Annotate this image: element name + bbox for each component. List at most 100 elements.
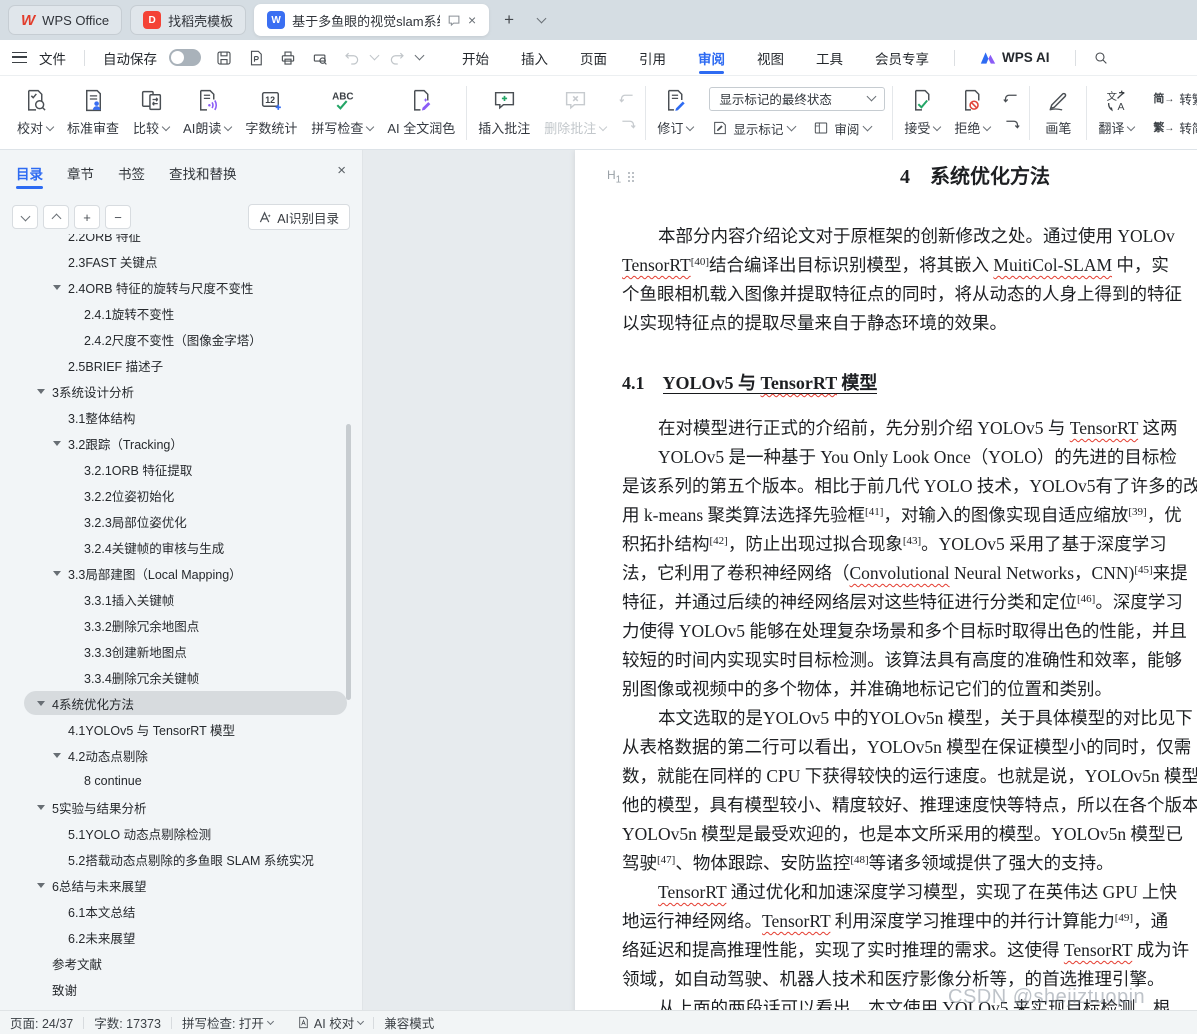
outline-item[interactable]: 5.2搭载动态点剔除的多鱼眼 SLAM 系统实况 bbox=[0, 846, 362, 872]
outline-item[interactable]: 2.2ORB 特征 bbox=[0, 234, 362, 248]
doc-line[interactable]: 从表格数据的第二行可以看出，YOLOv5n 模型在保证模型小的同时，仅需 bbox=[622, 733, 1197, 762]
print-button[interactable] bbox=[275, 46, 301, 70]
tab-wps-office[interactable]: W WPS Office bbox=[8, 5, 123, 35]
outline-item[interactable]: 2.3FAST 关键点 bbox=[0, 248, 362, 274]
outline-item[interactable]: 4.2动态点剔除 bbox=[0, 742, 362, 768]
tab-docer-template[interactable]: D 找稻壳模板 bbox=[130, 5, 247, 35]
outline-item[interactable]: 3.2跟踪（Tracking） bbox=[0, 430, 362, 456]
outline-item[interactable]: 5实验与结果分析 bbox=[0, 794, 362, 820]
previous-change-button[interactable] bbox=[1000, 90, 1022, 110]
zoom-in-outline-button[interactable]: + bbox=[74, 205, 100, 229]
outline-item[interactable]: 致谢 bbox=[0, 976, 362, 998]
traditional-to-simplified-button[interactable]: 繁→ 转简 bbox=[1150, 117, 1197, 138]
ai-recognize-outline-button[interactable]: AI识别目录 bbox=[248, 204, 350, 230]
track-changes-button[interactable]: 修订 bbox=[651, 85, 699, 140]
heading-anchor[interactable]: H1 bbox=[607, 168, 631, 185]
outline-item[interactable]: 2.4.1旋转不变性 bbox=[0, 300, 362, 326]
accept-change-button[interactable]: 接受 bbox=[898, 85, 946, 140]
drag-handle-icon[interactable] bbox=[628, 171, 631, 174]
menu-home[interactable]: 开始 bbox=[449, 40, 502, 76]
doc-line[interactable]: 本部分内容介绍论文对于原框架的创新修改之处。通过使用 YOLOv bbox=[622, 222, 1197, 251]
doc-line[interactable]: 4.1 YOLOv5 与 TensorRT 模型 bbox=[622, 368, 1197, 398]
menu-reference[interactable]: 引用 bbox=[626, 40, 679, 76]
page-indicator[interactable]: 页面: 24/37 bbox=[10, 1013, 73, 1032]
tab-current-document[interactable]: W 基于多鱼眼的视觉slam系统 × bbox=[254, 4, 490, 36]
doc-line[interactable]: 地运行神经网络。TensorRT 利用深度学习推理中的并行计算能力[49]，通 bbox=[622, 907, 1197, 936]
outline-item[interactable]: 3系统设计分析 bbox=[0, 378, 362, 404]
tab-chapters[interactable]: 章节 bbox=[67, 163, 94, 192]
doc-line[interactable]: 驾驶[47]、物体跟踪、安防监控[48]等诸多领域提供了强大的支持。 bbox=[622, 849, 1197, 878]
close-pane-icon[interactable]: × bbox=[337, 162, 346, 179]
save-button[interactable] bbox=[211, 46, 237, 70]
outline-item[interactable]: 6.1本文总结 bbox=[0, 898, 362, 924]
comment-bubble-icon[interactable] bbox=[447, 13, 461, 28]
word-count-button[interactable]: 12 字数统计 bbox=[239, 85, 303, 140]
menu-tools[interactable]: 工具 bbox=[803, 40, 856, 76]
doc-line[interactable]: 本文选取的是YOLOv5 中的YOLOv5n 模型，关于具体模型的对比见下 bbox=[622, 704, 1197, 733]
doc-line[interactable]: TensorRT[40]结合编译出目标识别模型，将其嵌入 MuitiCol-SL… bbox=[622, 251, 1197, 280]
tab-outline[interactable]: 目录 bbox=[16, 163, 43, 192]
ai-proofread-status[interactable]: AI 校对 bbox=[297, 1013, 365, 1032]
outline-item[interactable]: 3.2.2位姿初始化 bbox=[0, 482, 362, 508]
outline-item[interactable]: 3.3.3创建新地图点 bbox=[0, 638, 362, 664]
ink-pen-button[interactable]: 画笔 bbox=[1035, 85, 1081, 140]
reject-change-button[interactable]: 拒绝 bbox=[948, 85, 996, 140]
spell-check-button[interactable]: ABC 拼写检查 bbox=[305, 85, 379, 140]
menu-view[interactable]: 视图 bbox=[744, 40, 797, 76]
outline-item[interactable]: 3.2.1ORB 特征提取 bbox=[0, 456, 362, 482]
doc-line[interactable]: 以实现特征点的提取尽量来自于静态环境的效果。 bbox=[622, 309, 1197, 338]
print-preview-button[interactable] bbox=[307, 46, 333, 70]
outline-item[interactable]: 2.4.2尺度不变性（图像金字塔） bbox=[0, 326, 362, 352]
tab-bookmarks[interactable]: 书签 bbox=[118, 163, 145, 192]
expand-all-button[interactable] bbox=[12, 205, 38, 229]
zoom-out-outline-button[interactable]: − bbox=[105, 205, 131, 229]
outline-item[interactable]: 3.1整体结构 bbox=[0, 404, 362, 430]
outline-item[interactable]: 6总结与未来展望 bbox=[0, 872, 362, 898]
doc-line[interactable]: 络延迟和提高推理性能，实现了实时推理的需求。这使得 TensorRT 成为许 bbox=[622, 936, 1197, 965]
show-markup-button[interactable]: 显示标记 bbox=[709, 118, 798, 139]
outline-item[interactable]: 3.2.4关键帧的审核与生成 bbox=[0, 534, 362, 560]
doc-line[interactable]: TensorRT 通过优化和加速深度学习模型，实现了在英伟达 GPU 上快 bbox=[622, 878, 1197, 907]
ai-polish-button[interactable]: AI 全文润色 bbox=[381, 85, 461, 140]
doc-line[interactable]: 4 系统优化方法 bbox=[622, 162, 1197, 192]
review-pane-button[interactable]: 审阅 bbox=[810, 118, 874, 139]
word-count-indicator[interactable]: 字数: 17373 bbox=[94, 1013, 161, 1032]
ai-read-button[interactable]: AI朗读 bbox=[177, 85, 237, 140]
outline-item[interactable]: 3.3.4删除冗余关键帧 bbox=[0, 664, 362, 690]
outline-item[interactable]: 8 continue bbox=[0, 768, 362, 794]
doc-line[interactable]: 他的模型，具有模型较小、精度较好、推理速度快等特点，所以在各个版本的 bbox=[622, 791, 1197, 820]
doc-line[interactable]: 在对模型进行正式的介绍前，先分别介绍 YOLOv5 与 TensorRT 这两 bbox=[622, 414, 1197, 443]
doc-line[interactable]: 别图像或视频中的多个物体，并准确地标记它们的位置和类别。 bbox=[622, 675, 1197, 704]
doc-line[interactable]: YOLOv5n 模型是最受欢迎的，也是本文所采用的模型。YOLOv5n 模型已 bbox=[622, 820, 1197, 849]
doc-line[interactable]: 积拓扑结构[42]，防止出现过拟合现象[43]。YOLOv5 采用了基于深度学习 bbox=[622, 530, 1197, 559]
translate-button[interactable]: 文A 翻译 bbox=[1092, 85, 1140, 140]
outline-item[interactable]: 2.5BRIEF 描述子 bbox=[0, 352, 362, 378]
outline-item[interactable]: 3.3.2删除冗余地图点 bbox=[0, 612, 362, 638]
collapse-all-button[interactable] bbox=[43, 205, 69, 229]
outline-item[interactable]: 3.3.1插入关键帧 bbox=[0, 586, 362, 612]
compare-button[interactable]: 比较 bbox=[127, 85, 175, 140]
doc-line[interactable]: 数，就能在同样的 CPU 下获得较快的运行速度。也就是说，YOLOv5n 模型 bbox=[622, 762, 1197, 791]
outline-item[interactable]: 3.3局部建图（Local Mapping） bbox=[0, 560, 362, 586]
search-icon[interactable] bbox=[1088, 46, 1114, 70]
menu-review[interactable]: 审阅 bbox=[685, 40, 738, 76]
doc-line[interactable]: 法，它利用了卷积神经网络（Convolutional Neural Networ… bbox=[622, 559, 1197, 588]
quick-tools-caret[interactable] bbox=[414, 50, 425, 61]
next-change-button[interactable] bbox=[1000, 116, 1022, 136]
tab-find-replace[interactable]: 查找和替换 bbox=[169, 163, 237, 192]
export-pdf-button[interactable] bbox=[243, 46, 269, 70]
file-menu[interactable]: 文件 bbox=[33, 48, 72, 68]
doc-line[interactable]: YOLOv5 是一种基于 You Only Look Once（YOLO）的先进… bbox=[622, 443, 1197, 472]
sidebar-scrollbar[interactable] bbox=[346, 424, 351, 700]
markup-state-dropdown[interactable]: 显示标记的最终状态 bbox=[709, 86, 886, 111]
proofread-button[interactable]: 校对 bbox=[11, 85, 59, 140]
new-tab-button[interactable]: + bbox=[497, 8, 521, 32]
standard-review-button[interactable]: 标准审查 bbox=[61, 85, 125, 140]
menu-wps-ai[interactable]: WPS AI bbox=[967, 40, 1063, 76]
insert-comment-button[interactable]: 插入批注 bbox=[472, 85, 536, 140]
menu-page[interactable]: 页面 bbox=[567, 40, 620, 76]
outline-item[interactable]: 3.2.3局部位姿优化 bbox=[0, 508, 362, 534]
outline-item[interactable]: 4系统优化方法 bbox=[0, 690, 362, 716]
doc-line[interactable]: 特征，并通过后续的神经网络层对这些特征进行分类和定位[46]。深度学习 bbox=[622, 588, 1197, 617]
outline-item[interactable]: 5.1YOLO 动态点剔除检测 bbox=[0, 820, 362, 846]
